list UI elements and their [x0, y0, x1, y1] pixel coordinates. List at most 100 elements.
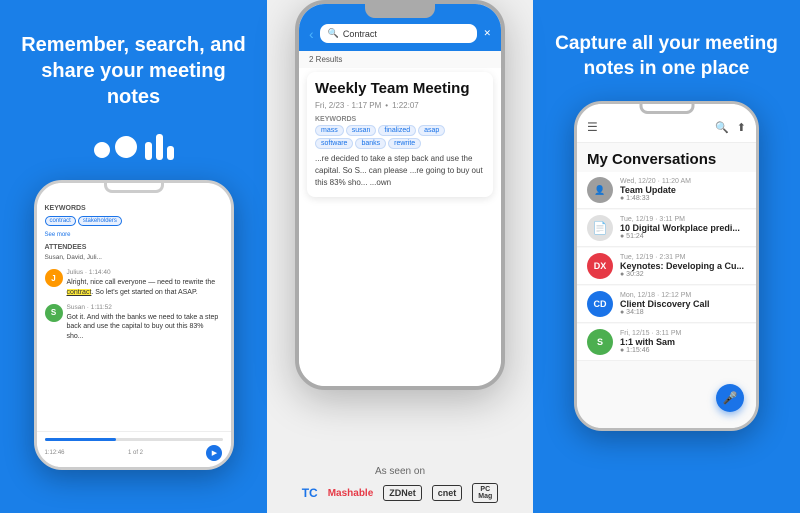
press-logos: TС Mashable ZDNet cnet PCMag — [267, 483, 533, 503]
avatar-team-update: 👤 — [587, 177, 613, 203]
search-bar[interactable]: 🔍 Contract — [320, 24, 478, 43]
julius-text: Alright, nice call everyone — need to re… — [67, 278, 223, 298]
chat-susan: S Susan · 1:11:52 Got it. And with the b… — [45, 304, 223, 342]
results-count: 2 Results — [299, 51, 501, 68]
meeting-duration: 1:22:07 — [392, 101, 419, 110]
conv-name-3: Keynotes: Developing a Cu... — [620, 261, 746, 271]
conversation-team-update[interactable]: 👤 Wed, 12/20 · 11:20 AM Team Update ● 1:… — [577, 172, 756, 209]
kw-mass: mass — [315, 125, 344, 136]
kw-susan: susan — [346, 125, 377, 136]
conv-date-1: Wed, 12/20 · 11:20 AM — [620, 178, 746, 185]
otter-logo — [94, 134, 174, 160]
as-seen-label: As seen on — [267, 466, 533, 477]
conv-info-client: Mon, 12/18 · 12:12 PM Client Discovery C… — [620, 292, 746, 316]
progress-fill — [45, 438, 116, 441]
phone-notch-left — [104, 183, 164, 193]
conv-info-team-update: Wed, 12/20 · 11:20 AM Team Update ● 1:48… — [620, 178, 746, 202]
phone-notch-right — [639, 104, 694, 114]
conv-info-sam: Fri, 12/15 · 3:11 PM 1:1 with Sam ● 1:15… — [620, 330, 746, 354]
back-chevron-icon[interactable]: ‹ — [309, 26, 314, 42]
conv-dur-2: ● 51:24 — [620, 233, 746, 240]
conversation-digital[interactable]: 📄 Tue, 12/19 · 3:11 PM 10 Digital Workpl… — [577, 210, 756, 247]
conv-name-5: 1:1 with Sam — [620, 337, 746, 347]
cnet-logo: cnet — [432, 485, 463, 501]
keyword-tags-middle: mass susan finalized asap software banks… — [315, 125, 485, 149]
phone-bottom-controls: 1:12:46 1 of 2 ▶ — [37, 431, 231, 467]
attendees-label: ATTENDEES — [45, 244, 223, 251]
conv-dur-4: ● 34:18 — [620, 309, 746, 316]
kw-label: KEYWORDS — [315, 116, 485, 123]
susan-text: Got it. And with the banks we need to ta… — [67, 313, 223, 342]
logo-dot-large — [115, 136, 137, 158]
conv-date-4: Mon, 12/18 · 12:12 PM — [620, 292, 746, 299]
playback-time: 1:12:46 — [45, 450, 65, 456]
logo-dot-small — [94, 142, 110, 158]
tag-contract: contract — [45, 216, 76, 226]
conv-name-1: Team Update — [620, 185, 746, 195]
meeting-card[interactable]: Weekly Team Meeting Fri, 2/23 · 1:17 PM … — [307, 72, 493, 197]
meeting-title: Weekly Team Meeting — [315, 80, 485, 97]
conversation-client[interactable]: CD Mon, 12/18 · 12:12 PM Client Discover… — [577, 286, 756, 323]
avatar-digital: 📄 — [587, 215, 613, 241]
meeting-meta: Fri, 2/23 · 1:17 PM • 1:22:07 — [315, 101, 485, 110]
chat-julius: J Julius · 1:14:40 Alright, nice call ev… — [45, 269, 223, 298]
mashable-logo: Mashable — [328, 488, 374, 499]
conversation-sam[interactable]: S Fri, 12/15 · 3:11 PM 1:1 with Sam ● 1:… — [577, 324, 756, 361]
conv-date-5: Fri, 12/15 · 3:11 PM — [620, 330, 746, 337]
meeting-excerpt: ...re decided to take a step back and us… — [315, 153, 485, 189]
dot-separator: • — [385, 101, 388, 110]
right-tagline: Capture all your meeting notes in one pl… — [553, 32, 780, 81]
pcmag-logo: PCMag — [472, 483, 498, 503]
kw-rewrite: rewrite — [388, 138, 421, 149]
avatar-client: CD — [587, 291, 613, 317]
kw-software: software — [315, 138, 353, 149]
right-panel: Capture all your meeting notes in one pl… — [533, 0, 800, 513]
as-seen-on-section: As seen on TС Mashable ZDNet cnet PCMag — [267, 466, 533, 503]
susan-name-time: Susan · 1:11:52 — [67, 304, 223, 311]
mic-fab-button[interactable]: 🎤 — [716, 384, 744, 412]
phone-notch-middle — [365, 4, 435, 18]
avatar-keynotes: DX — [587, 253, 613, 279]
progress-bar[interactable] — [45, 438, 223, 441]
kw-banks: banks — [355, 138, 386, 149]
middle-panel: ‹ 🔍 Contract ✕ 2 Results Weekly Team Mee… — [267, 0, 533, 513]
tag-stakeholders: stakeholders — [78, 216, 122, 226]
meeting-date: Fri, 2/23 · 1:17 PM — [315, 101, 381, 110]
share-icon-right[interactable]: ⬆ — [737, 121, 746, 134]
techcrunch-logo: TС — [302, 486, 318, 500]
keyword-tags-left: contract stakeholders — [45, 216, 223, 226]
keywords-label: KEYWORDS — [45, 205, 223, 212]
search-query: Contract — [343, 29, 377, 39]
conv-dur-5: ● 1:15:46 — [620, 347, 746, 354]
avatar-julius: J — [45, 269, 63, 287]
avatar-susan: S — [45, 304, 63, 322]
middle-phone-mockup: ‹ 🔍 Contract ✕ 2 Results Weekly Team Mee… — [295, 0, 505, 390]
kw-asap: asap — [418, 125, 445, 136]
conv-name-4: Client Discovery Call — [620, 299, 746, 309]
search-icon-right[interactable]: 🔍 — [715, 121, 729, 134]
conv-name-2: 10 Digital Workplace predi... — [620, 223, 746, 233]
clear-icon[interactable]: ✕ — [483, 28, 491, 39]
logo-bar-3 — [167, 146, 174, 160]
avatar-sam: S — [587, 329, 613, 355]
conversations-title: My Conversations — [577, 143, 756, 172]
logo-bar-1 — [145, 142, 152, 160]
header-icons: 🔍 ⬆ — [715, 121, 746, 134]
logo-bar-2 — [156, 134, 163, 160]
attendees-text: Susan, David, Juli... — [45, 254, 223, 261]
left-tagline: Remember, search, and share your meeting… — [20, 32, 247, 110]
conv-dur-3: ● 30:32 — [620, 271, 746, 278]
conv-dur-1: ● 1:48:33 — [620, 195, 746, 202]
zdnet-logo: ZDNet — [383, 485, 422, 501]
left-panel: Remember, search, and share your meeting… — [0, 0, 267, 513]
conv-info-keynotes: Tue, 12/19 · 2:31 PM Keynotes: Developin… — [620, 254, 746, 278]
page-indicator: 1 of 2 — [128, 450, 143, 456]
meeting-keywords-section: KEYWORDS mass susan finalized asap softw… — [315, 116, 485, 149]
right-phone-mockup: ☰ 🔍 ⬆ My Conversations 👤 Wed, 12/20 · 11… — [574, 101, 759, 431]
see-more-link[interactable]: See more — [45, 232, 223, 238]
hamburger-icon[interactable]: ☰ — [587, 120, 598, 134]
play-button[interactable]: ▶ — [206, 445, 222, 461]
conversation-keynotes[interactable]: DX Tue, 12/19 · 2:31 PM Keynotes: Develo… — [577, 248, 756, 285]
conv-date-3: Tue, 12/19 · 2:31 PM — [620, 254, 746, 261]
conv-date-2: Tue, 12/19 · 3:11 PM — [620, 216, 746, 223]
